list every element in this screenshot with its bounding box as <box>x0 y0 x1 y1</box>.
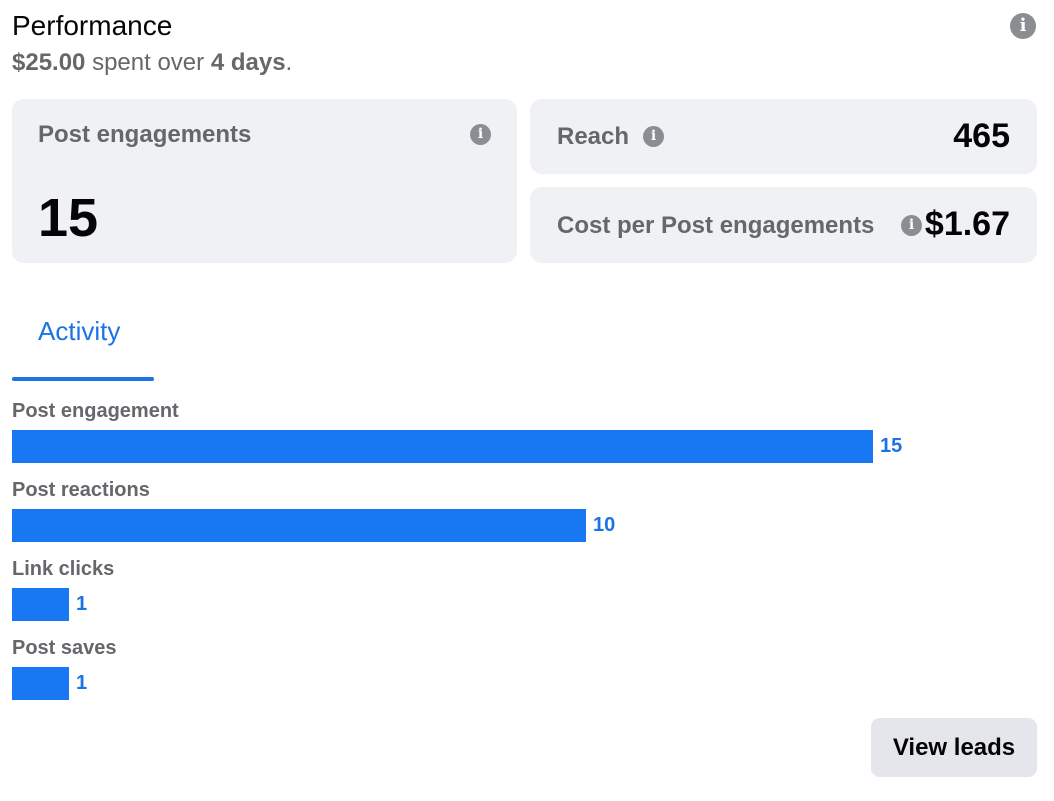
info-icon[interactable]: i <box>643 126 664 147</box>
page-title: Performance <box>12 10 173 41</box>
bar-value-label: 1 <box>76 593 88 615</box>
bar-row: Post engagement 15 <box>12 398 1032 477</box>
spent-days: 4 days <box>210 49 286 76</box>
info-icon[interactable]: i <box>1010 13 1036 39</box>
tab-active-indicator <box>12 377 154 381</box>
bar <box>12 430 873 463</box>
tab-activity-label: Activity <box>38 316 121 346</box>
post-engagements-label: Post engagements <box>38 121 252 148</box>
tab-activity[interactable]: Activity <box>12 300 154 381</box>
spend-summary: $25.00 spent over 4 days. <box>12 46 292 80</box>
activity-bar-chart: Post engagement 15 Post reactions 10 Link cl… <box>12 398 1032 714</box>
bar <box>12 667 69 700</box>
cost-per-engagement-label: Cost per Post engagements <box>557 212 875 239</box>
reach-value: 465 <box>953 117 1010 155</box>
cost-per-engagement-value: $1.67 <box>924 205 1010 243</box>
bar-category-label: Post saves <box>12 637 117 659</box>
performance-panel: Performance $25.00 spent over 4 days. i … <box>0 0 1054 801</box>
bar-value-label: 15 <box>880 435 903 457</box>
bar-track: 10 <box>12 509 615 542</box>
post-engagements-card: Post engagements i 15 <box>12 99 517 263</box>
bar-value-label: 1 <box>76 672 88 694</box>
spent-text: spent over <box>92 49 205 76</box>
bar-track: 1 <box>12 667 87 700</box>
bar-track: 1 <box>12 588 87 621</box>
bar-category-label: Post reactions <box>12 479 150 501</box>
info-icon[interactable]: i <box>470 124 491 145</box>
bar <box>12 588 69 621</box>
reach-label: Reach <box>557 123 630 150</box>
spent-amount: $25.00 <box>12 49 86 76</box>
bar <box>12 509 586 542</box>
bar-row: Post saves 1 <box>12 635 1032 714</box>
reach-card: Reach i 465 <box>530 99 1037 174</box>
view-leads-button[interactable]: View leads <box>871 718 1037 777</box>
cost-per-engagement-card: Cost per Post engagements i $1.67 <box>530 187 1037 263</box>
bar-track: 15 <box>12 430 902 463</box>
bar-category-label: Post engagement <box>12 400 179 422</box>
info-icon[interactable]: i <box>901 215 922 236</box>
bar-value-label: 10 <box>593 514 616 536</box>
spent-period: . <box>285 49 293 76</box>
post-engagements-value: 15 <box>38 188 99 248</box>
bar-row: Post reactions 10 <box>12 477 1032 556</box>
bar-row: Link clicks 1 <box>12 556 1032 635</box>
bar-category-label: Link clicks <box>12 558 115 580</box>
